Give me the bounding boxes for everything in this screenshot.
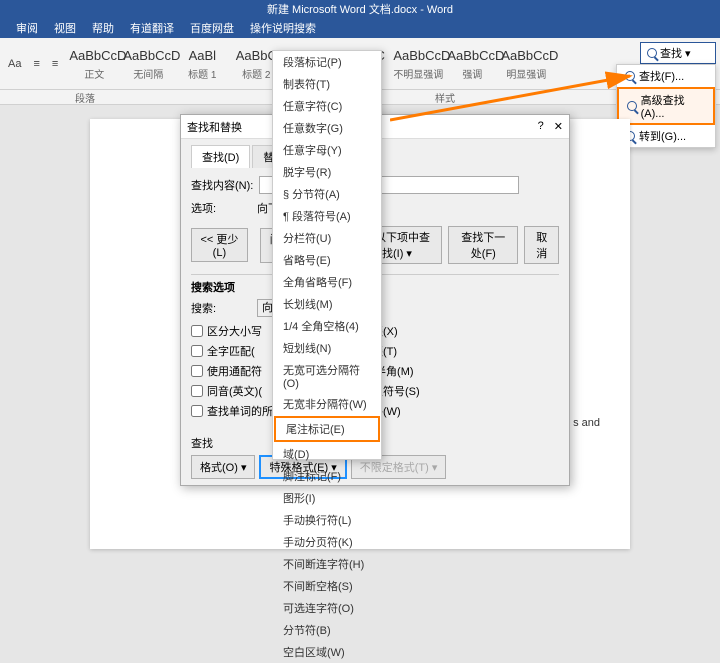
search-option[interactable]: 同音(英文)( — [191, 383, 273, 399]
special-menu-item[interactable]: 手动分页符(K) — [273, 531, 381, 553]
style-item[interactable]: AaBl标题 1 — [176, 43, 228, 85]
special-menu-item[interactable]: 省略号(E) — [273, 249, 381, 271]
search-icon — [647, 48, 657, 58]
align-btn[interactable]: ≡ — [48, 56, 62, 72]
footer-button[interactable]: 格式(O) ▾ — [191, 455, 255, 479]
find-content-label: 查找内容(N): — [191, 177, 253, 193]
style-item[interactable]: AaBbCcD不明显强调 — [392, 43, 444, 85]
search-option[interactable]: 全字匹配( — [191, 343, 273, 359]
title-bar: 新建 Microsoft Word 文档.docx - Word — [0, 0, 720, 20]
special-menu-item[interactable]: 不间断空格(S) — [273, 575, 381, 597]
special-menu-item[interactable]: 长划线(M) — [273, 293, 381, 315]
search-icon — [627, 101, 637, 111]
find-next-button[interactable]: 查找下一处(F) — [448, 226, 518, 264]
special-menu-item[interactable]: 无宽非分隔符(W) — [273, 393, 381, 415]
special-menu-item[interactable]: 全角省略号(F) — [273, 271, 381, 293]
menu-item[interactable]: 帮助 — [84, 20, 122, 38]
find-dropdown: 查找(F)...高级查找(A)...转到(G)... — [616, 64, 716, 148]
special-menu-item[interactable]: 任意字母(Y) — [273, 139, 381, 161]
search-icon — [625, 71, 635, 81]
bullets-btn[interactable]: ≡ — [29, 56, 43, 72]
find-button[interactable]: 查找 ▾ — [640, 42, 716, 64]
menu-item[interactable]: 操作说明搜索 — [242, 20, 324, 38]
chevron-down-icon: ▾ — [685, 47, 691, 60]
doc-text: s and — [573, 417, 600, 429]
menu-item[interactable]: 有道翻译 — [122, 20, 182, 38]
special-menu-item[interactable]: 域(D) — [273, 443, 381, 465]
special-menu-item[interactable]: 空白区域(W) — [273, 641, 381, 663]
special-menu-item[interactable]: 尾注标记(E) — [274, 416, 380, 442]
menu-item[interactable]: 百度网盘 — [182, 20, 242, 38]
section-paragraph: 段落 — [0, 90, 170, 104]
style-item[interactable]: AaBbCcD正文 — [68, 43, 120, 85]
search-option[interactable]: 区分大小写 — [191, 323, 273, 339]
special-menu-item[interactable]: 制表符(T) — [273, 73, 381, 95]
style-item[interactable]: AaBbCcD强调 — [446, 43, 498, 85]
special-format-menu: 段落标记(P)制表符(T)任意字符(C)任意数字(G)任意字母(Y)脱字号(R)… — [272, 50, 382, 460]
search-option[interactable]: 查找单词的所 — [191, 403, 273, 419]
help-icon[interactable]: ? — [538, 120, 544, 133]
style-item[interactable]: AaBbCcD明显强调 — [500, 43, 552, 85]
font-btn[interactable]: Aa — [4, 56, 25, 72]
dialog-tab[interactable]: 查找(D) — [191, 145, 250, 168]
special-menu-item[interactable]: 短划线(N) — [273, 337, 381, 359]
search-dir-label: 搜索: — [191, 300, 251, 316]
menu-item[interactable]: 审阅 — [8, 20, 46, 38]
special-menu-item[interactable]: 分节符(B) — [273, 619, 381, 641]
find-menu-item[interactable]: 查找(F)... — [617, 65, 715, 87]
special-menu-item[interactable]: 图形(I) — [273, 487, 381, 509]
special-menu-item[interactable]: 任意数字(G) — [273, 117, 381, 139]
special-menu-item[interactable]: § 分节符(A) — [273, 183, 381, 205]
options-label: 选项: — [191, 200, 251, 216]
special-menu-item[interactable]: 不间断连字符(H) — [273, 553, 381, 575]
menu-bar: 审阅视图帮助有道翻译百度网盘操作说明搜索 — [0, 20, 720, 38]
close-icon[interactable]: ✕ — [554, 120, 563, 133]
search-option[interactable]: 使用通配符 — [191, 363, 273, 379]
less-button[interactable]: << 更少(L) — [191, 228, 248, 262]
menu-item[interactable]: 视图 — [46, 20, 84, 38]
style-item[interactable]: AaBbCcD无间隔 — [122, 43, 174, 85]
find-menu-item[interactable]: 转到(G)... — [617, 125, 715, 147]
special-menu-item[interactable]: 任意字符(C) — [273, 95, 381, 117]
dialog-title: 查找和替换 — [187, 119, 242, 135]
special-menu-item[interactable]: 段落标记(P) — [273, 51, 381, 73]
find-menu-item[interactable]: 高级查找(A)... — [617, 87, 715, 125]
special-menu-item[interactable]: ¶ 段落符号(A) — [273, 205, 381, 227]
special-menu-item[interactable]: 脚注标记(F) — [273, 465, 381, 487]
special-menu-item[interactable]: 手动换行符(L) — [273, 509, 381, 531]
cancel-button[interactable]: 取消 — [524, 226, 559, 264]
find-label: 查找 — [660, 45, 682, 61]
special-menu-item[interactable]: 脱字号(R) — [273, 161, 381, 183]
special-menu-item[interactable]: 1/4 全角空格(4) — [273, 315, 381, 337]
special-menu-item[interactable]: 无宽可选分隔符(O) — [273, 359, 381, 393]
special-menu-item[interactable]: 可选连字符(O) — [273, 597, 381, 619]
special-menu-item[interactable]: 分栏符(U) — [273, 227, 381, 249]
